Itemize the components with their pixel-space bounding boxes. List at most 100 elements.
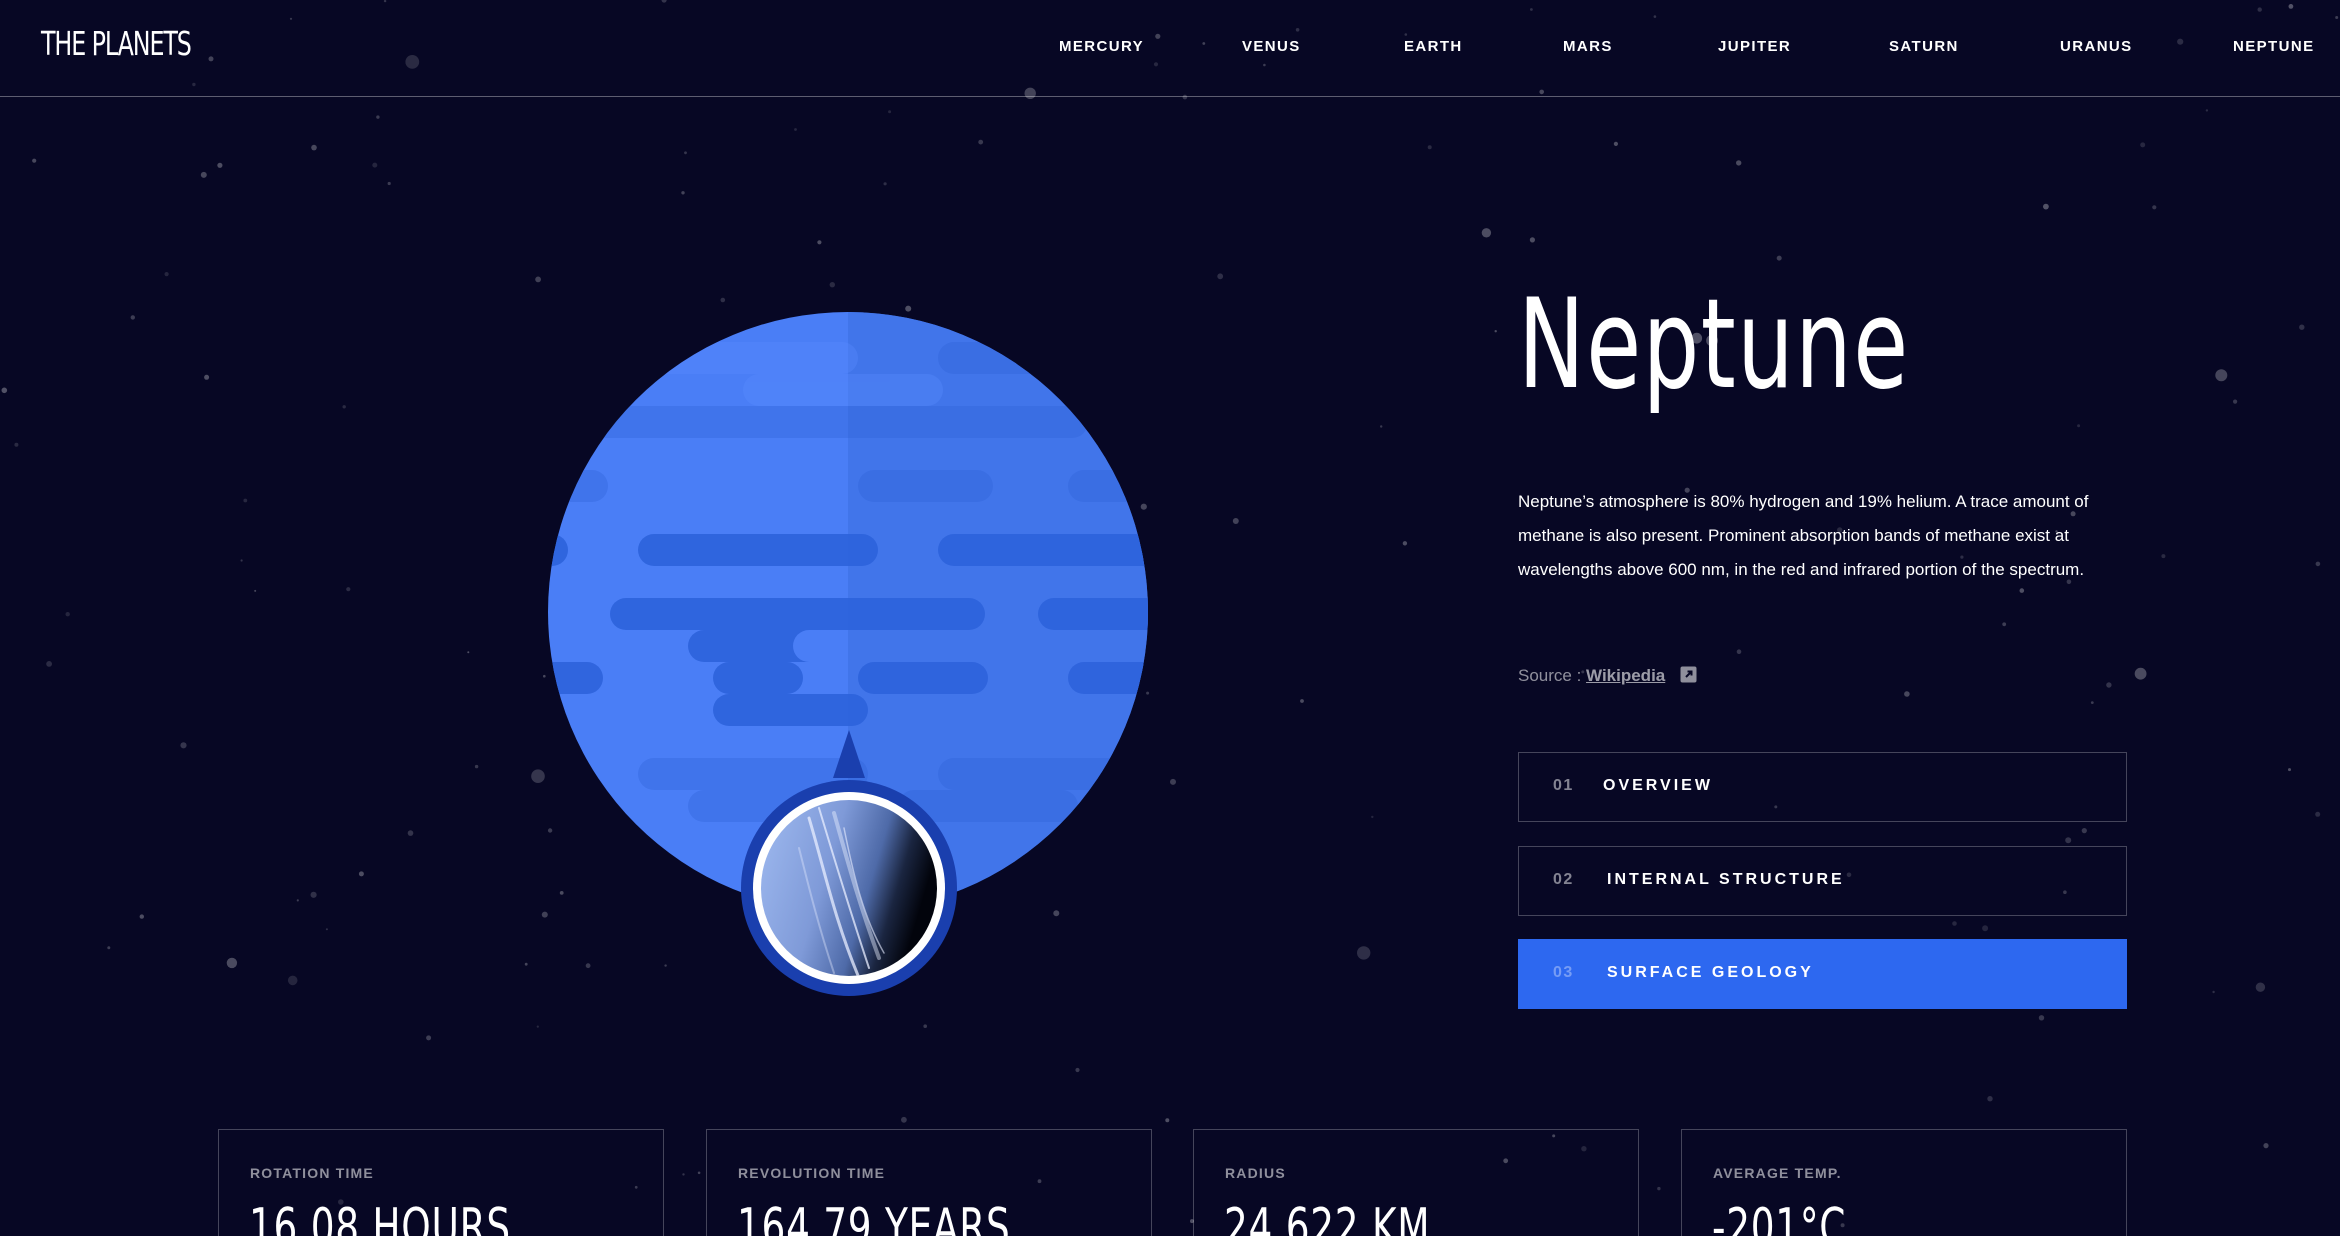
star: [426, 1035, 432, 1041]
wikipedia-link[interactable]: Wikipedia: [1586, 666, 1665, 685]
star: [1529, 237, 1535, 243]
star: [2106, 682, 2112, 688]
star: [2205, 109, 2209, 112]
star: [372, 162, 378, 168]
star: [474, 764, 479, 769]
star: [901, 1116, 907, 1123]
stat-value: 16.08 HOURS: [249, 1198, 511, 1236]
star: [1736, 160, 1742, 166]
starfield-background: [1, 0, 2339, 1228]
star: [2315, 811, 2321, 817]
star: [107, 946, 111, 950]
star: [204, 374, 210, 380]
star: [1357, 946, 1371, 960]
star: [1371, 815, 1374, 819]
star: [296, 899, 299, 902]
star: [1776, 255, 1782, 261]
nav-item-earth[interactable]: EARTH: [1404, 38, 1463, 55]
star: [254, 589, 257, 592]
stat-value: 24,622 KM: [1224, 1198, 1431, 1236]
stat-rotation-time: ROTATION TIME 16.08 HOURS: [218, 1129, 664, 1236]
nav-item-mars[interactable]: MARS: [1563, 38, 1613, 55]
star: [2288, 768, 2291, 772]
nav-item-saturn[interactable]: SATURN: [1889, 38, 1959, 55]
star: [585, 963, 591, 969]
star: [1904, 691, 1910, 697]
star: [923, 1024, 927, 1028]
nav-item-neptune[interactable]: NEPTUNE: [2233, 38, 2314, 55]
star: [387, 181, 391, 186]
star: [164, 272, 169, 277]
tab-label: OVERVIEW: [1603, 777, 1713, 794]
star: [2065, 837, 2072, 844]
stat-label: REVOLUTION TIME: [738, 1165, 886, 1181]
planet-nav: MERCURY VENUS EARTH MARS JUPITER SATURN …: [0, 0, 2340, 96]
star: [1987, 1096, 1993, 1102]
tab-overview[interactable]: 01 OVERVIEW: [1518, 752, 2127, 822]
star: [2255, 982, 2266, 992]
star: [180, 742, 187, 749]
star: [217, 162, 223, 168]
stat-value: -201°C: [1712, 1198, 1847, 1236]
tab-label: SURFACE GEOLOGY: [1607, 964, 1814, 981]
external-link-icon[interactable]: [1680, 666, 1697, 688]
source-prefix: Source :: [1518, 666, 1587, 685]
star: [2090, 701, 2094, 704]
stat-revolution-time: REVOLUTION TIME 164.79 YEARS: [706, 1129, 1152, 1236]
star: [240, 559, 243, 562]
star: [1427, 145, 1432, 150]
stat-label: RADIUS: [1225, 1165, 1286, 1181]
star: [1494, 330, 1497, 333]
star: [376, 115, 380, 119]
site-header: THE PLANETS MERCURY VENUS EARTH MARS JUP…: [0, 0, 2340, 97]
star: [535, 276, 541, 283]
star: [1170, 778, 1176, 785]
nav-item-uranus[interactable]: URANUS: [2060, 38, 2133, 55]
star: [794, 128, 797, 131]
star: [817, 240, 822, 245]
star: [541, 911, 548, 918]
tab-label: INTERNAL STRUCTURE: [1607, 871, 1845, 888]
nav-item-mercury[interactable]: MERCURY: [1059, 38, 1144, 55]
stat-average-temp: AVERAGE TEMP. -201°C: [1681, 1129, 2127, 1236]
star: [243, 498, 248, 503]
star: [2315, 561, 2321, 567]
star: [1380, 425, 1383, 428]
star: [1481, 228, 1492, 238]
star: [1, 387, 8, 394]
planet-description: Neptune’s atmosphere is 80% hydrogen and…: [1518, 492, 2089, 579]
star: [888, 110, 892, 114]
star: [1217, 273, 1224, 280]
star: [1165, 1118, 1170, 1123]
star: [2152, 205, 2157, 210]
star: [226, 957, 238, 969]
tab-number: 02: [1553, 871, 1574, 888]
nav-item-jupiter[interactable]: JUPITER: [1718, 38, 1791, 55]
star: [905, 305, 912, 312]
star: [200, 171, 207, 178]
stat-label: AVERAGE TEMP.: [1713, 1165, 1842, 1181]
star: [467, 651, 470, 654]
star: [342, 405, 346, 409]
star: [2038, 1015, 2045, 1021]
stat-radius: RADIUS 24,622 KM: [1193, 1129, 1639, 1236]
stat-label: ROTATION TIME: [250, 1165, 374, 1181]
star: [720, 297, 726, 303]
star: [346, 587, 351, 592]
tab-surface-geology[interactable]: 03 SURFACE GEOLOGY: [1518, 939, 2127, 1009]
star: [664, 964, 667, 967]
star: [1232, 518, 1239, 524]
star: [2019, 588, 2025, 593]
star: [1402, 541, 1408, 546]
planet-title: Neptune: [1518, 273, 1910, 417]
star: [2002, 622, 2007, 627]
star: [1075, 1067, 1080, 1073]
tab-internal-structure[interactable]: 02 INTERNAL STRUCTURE: [1518, 846, 2127, 916]
nav-item-venus[interactable]: VENUS: [1242, 38, 1301, 55]
stat-value: 164.79 YEARS: [737, 1198, 1011, 1236]
star: [829, 282, 835, 288]
star: [2081, 828, 2087, 834]
star: [2077, 424, 2081, 428]
star: [130, 315, 135, 320]
star: [1300, 699, 1304, 703]
